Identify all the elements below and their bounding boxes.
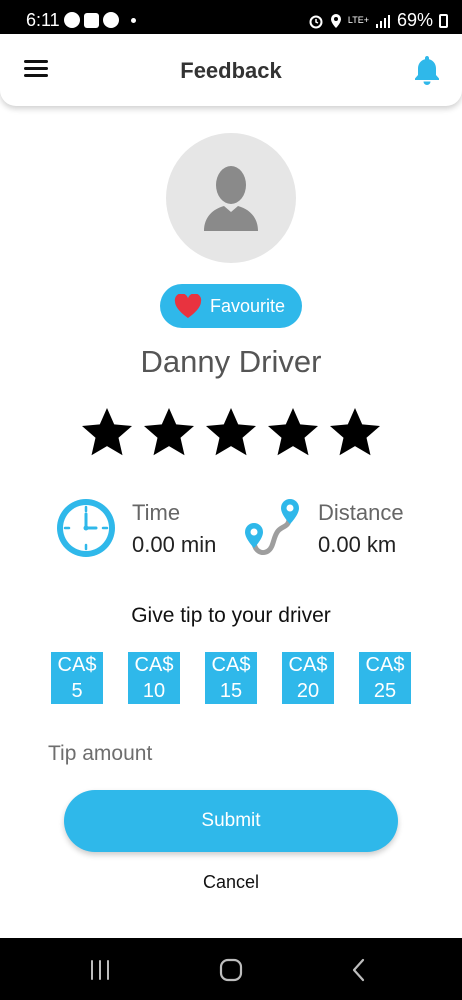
gallery-notification-icon xyxy=(84,12,99,28)
tip-title: Give tip to your driver xyxy=(131,604,331,627)
app-bar: Feedback xyxy=(0,34,462,106)
star-3-icon[interactable] xyxy=(204,406,258,460)
person-placeholder-icon xyxy=(204,166,258,231)
star-4-icon[interactable] xyxy=(266,406,320,460)
tip-option-10[interactable]: CA$ 10 xyxy=(128,652,180,704)
system-navigation-bar xyxy=(0,938,462,1000)
star-5-icon[interactable] xyxy=(328,406,382,460)
page-title: Feedback xyxy=(180,58,282,83)
time-label: Time xyxy=(132,500,181,525)
rating-stars xyxy=(80,406,382,464)
driver-name: Danny Driver xyxy=(140,344,322,379)
alarm-icon xyxy=(309,15,323,28)
app-notification-icon xyxy=(103,12,119,28)
bell-icon[interactable] xyxy=(412,54,442,86)
favourite-button[interactable]: Favourite xyxy=(160,284,302,328)
time-value: 0.00 min xyxy=(132,532,217,557)
tip-amount-input[interactable] xyxy=(48,734,408,774)
battery-percentage: 69% xyxy=(396,10,433,30)
network-type: LTE+ xyxy=(347,15,369,25)
app-notification-icon xyxy=(64,12,80,28)
location-icon xyxy=(330,13,341,28)
route-icon xyxy=(245,499,299,556)
submit-button[interactable]: Submit xyxy=(64,790,398,852)
cancel-button[interactable]: Cancel xyxy=(0,872,462,893)
tip-option-15[interactable]: CA$ 15 xyxy=(205,652,257,704)
recent-apps-icon[interactable] xyxy=(86,956,114,984)
status-time: 6:11 xyxy=(26,10,60,30)
signal-icon xyxy=(375,14,390,28)
star-2-icon[interactable] xyxy=(142,406,196,460)
tip-options: CA$ 5 CA$ 10 CA$ 15 CA$ 20 CA$ 25 xyxy=(51,652,411,704)
heart-icon xyxy=(174,293,202,318)
clock-icon xyxy=(57,499,115,557)
home-icon[interactable] xyxy=(217,956,245,984)
driver-avatar xyxy=(166,133,296,263)
tip-option-5[interactable]: CA$ 5 xyxy=(51,652,103,704)
star-1-icon[interactable] xyxy=(80,406,134,460)
more-notifications-icon xyxy=(131,17,136,23)
distance-label: Distance xyxy=(318,500,404,525)
tip-option-20[interactable]: CA$ 20 xyxy=(282,652,334,704)
favourite-label: Favourite xyxy=(210,295,286,316)
tip-option-25[interactable]: CA$ 25 xyxy=(359,652,411,704)
notification-icons xyxy=(64,12,136,28)
battery-icon xyxy=(439,13,448,28)
back-icon[interactable] xyxy=(346,956,374,984)
distance-value: 0.00 km xyxy=(318,532,397,557)
system-status-icons: LTE+ 69% xyxy=(308,10,448,31)
